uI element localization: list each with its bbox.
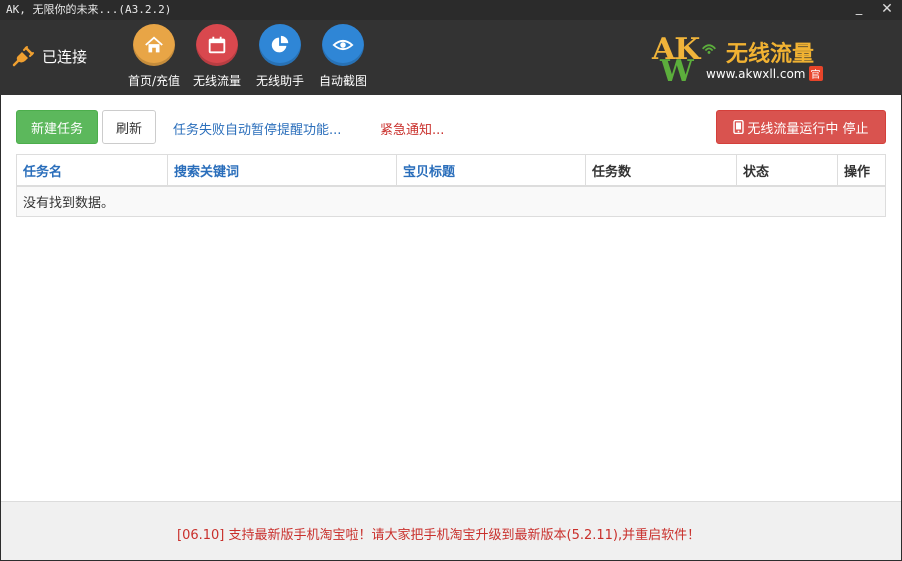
new-task-button[interactable]: 新建任务 bbox=[16, 110, 98, 144]
minimize-button[interactable]: _ bbox=[848, 0, 870, 20]
wifi-signal-icon bbox=[702, 44, 716, 54]
stop-button-label: 无线流量运行中 停止 bbox=[747, 121, 869, 137]
nav-label: 无线流量 bbox=[192, 74, 241, 88]
stop-flow-button[interactable]: 无线流量运行中 停止 bbox=[716, 110, 886, 144]
nav-auto-screenshot[interactable]: 自动截图 bbox=[311, 24, 375, 89]
plug-icon bbox=[12, 46, 34, 67]
window-title: AK, 无限你的未来...(A3.2.2) bbox=[6, 3, 172, 16]
column-header-task-name[interactable]: 任务名 bbox=[17, 155, 168, 185]
calendar-icon bbox=[208, 36, 226, 54]
pie-chart-icon bbox=[271, 35, 289, 53]
column-header-actions: 操作 bbox=[844, 164, 871, 180]
column-header-search-keyword[interactable]: 搜索关键词 bbox=[168, 155, 397, 185]
nav-home-recharge[interactable]: 首页/充值 bbox=[122, 24, 186, 89]
official-badge: 官 bbox=[808, 66, 823, 81]
column-header-item-title[interactable]: 宝贝标题 bbox=[397, 155, 586, 185]
header-bar: 已连接 首页/充值 无线流量 无线助手 自动截图 AK W 无线流量 www.a… bbox=[0, 20, 902, 95]
column-header-status: 状态 bbox=[737, 155, 838, 185]
brand-logo: AK W 无线流量 www.akwxll.com 官 bbox=[652, 32, 842, 89]
logo-letter-w: W bbox=[660, 54, 694, 89]
task-table: 任务名 搜索关键词 宝贝标题 任务数 状态 操作 没有找到数据。 bbox=[16, 154, 886, 217]
eye-icon bbox=[332, 39, 354, 51]
home-icon bbox=[145, 36, 163, 53]
footer-notice: [06.10] 支持最新版手机淘宝啦！请大家把手机淘宝升级到最新版本(5.2.1… bbox=[177, 528, 701, 543]
close-button[interactable]: ✕ bbox=[876, 0, 898, 20]
title-bar: AK, 无限你的未来...(A3.2.2) bbox=[0, 0, 902, 20]
nav-label: 自动截图 bbox=[318, 74, 367, 88]
connection-label: 已连接 bbox=[42, 47, 88, 66]
nav-wireless-assistant[interactable]: 无线助手 bbox=[248, 24, 312, 89]
footer-bar: [06.10] 支持最新版手机淘宝啦！请大家把手机淘宝升级到最新版本(5.2.1… bbox=[1, 501, 901, 560]
empty-table-message: 没有找到数据。 bbox=[17, 187, 885, 216]
logo-url: www.akwxll.com 官 bbox=[706, 66, 823, 81]
logo-title: 无线流量 bbox=[726, 42, 815, 67]
task-fail-reminder-link[interactable]: 任务失败自动暂停提醒功能... bbox=[173, 119, 341, 138]
column-header-task-count: 任务数 bbox=[586, 155, 737, 185]
table-header: 任务名 搜索关键词 宝贝标题 任务数 状态 操作 bbox=[17, 155, 885, 187]
nav-label: 首页/充值 bbox=[127, 74, 181, 88]
urgent-notice-link[interactable]: 紧急通知... bbox=[380, 119, 444, 138]
refresh-button[interactable]: 刷新 bbox=[102, 110, 156, 144]
main-panel: 新建任务 刷新 任务失败自动暂停提醒功能... 紧急通知... 无线流量运行中 … bbox=[1, 95, 901, 501]
nav-label: 无线助手 bbox=[255, 74, 304, 88]
connection-status: 已连接 bbox=[12, 44, 87, 68]
mobile-phone-icon bbox=[733, 120, 745, 134]
nav-wireless-flow[interactable]: 无线流量 bbox=[185, 24, 249, 89]
